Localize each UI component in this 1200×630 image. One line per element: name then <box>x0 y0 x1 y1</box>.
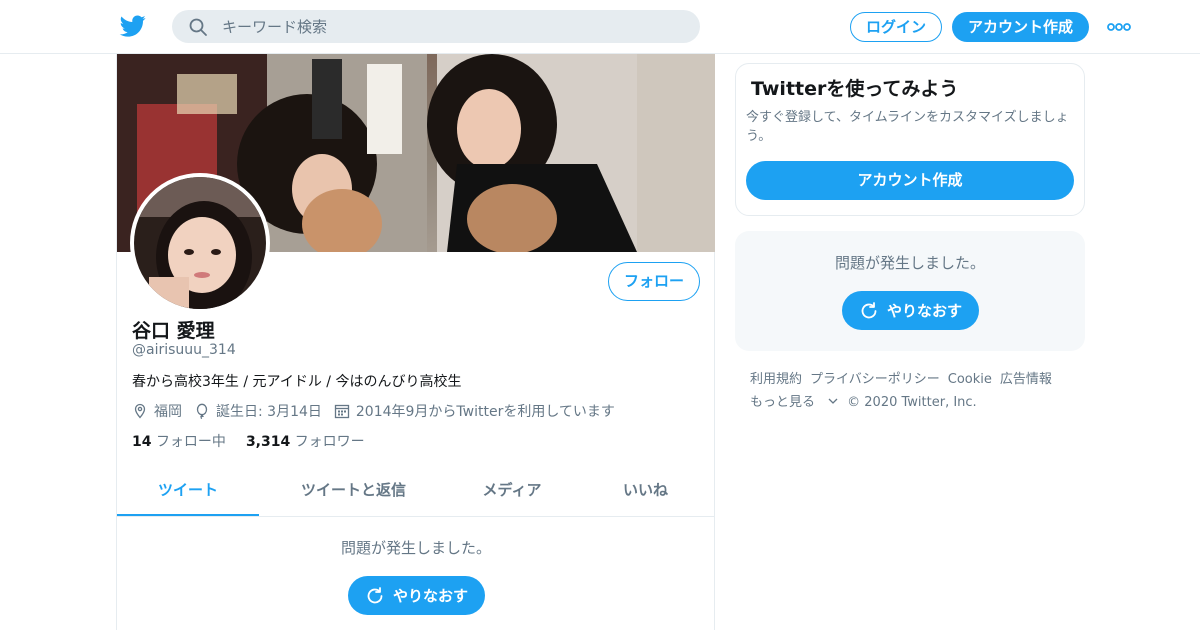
sidebar-signup-button[interactable]: アカウント作成 <box>746 161 1074 200</box>
refresh-icon <box>861 301 877 318</box>
try-twitter-description: 今すぐ登録して、タイムラインをカスタマイズしましょう。 <box>746 110 1069 144</box>
timeline-error-text: 問題が発生しました。 <box>340 539 491 557</box>
following-stat[interactable]: 14 フォロー中 <box>132 431 226 451</box>
profile-stats: 14 フォロー中 3,314 フォロワー <box>132 431 385 451</box>
tab-likes[interactable]: いいね <box>576 466 715 516</box>
search-box[interactable] <box>172 10 700 43</box>
timeline-retry-label: やりなおす <box>392 587 468 605</box>
location-text: 福岡 <box>154 404 182 420</box>
twitter-bird-logo-icon[interactable] <box>119 13 147 39</box>
search-icon <box>189 18 207 36</box>
profile-avatar[interactable] <box>130 173 270 313</box>
follow-button[interactable]: フォロー <box>608 262 700 301</box>
login-button[interactable]: ログイン <box>850 12 942 42</box>
joined-text: 2014年9月からTwitterを利用しています <box>355 404 615 420</box>
footer-more-label: もっと見る <box>750 395 816 410</box>
footer-links: 利用規約 プライバシーポリシー Cookie 広告情報 もっと見る © 2020… <box>750 368 1080 414</box>
profile-handle[interactable]: @airisuuu_314 <box>132 342 236 358</box>
following-label: フォロー中 <box>155 434 226 450</box>
footer-copyright: © 2020 Twitter, Inc. <box>847 395 977 410</box>
profile-tabs: ツイート ツイートと返信 メディア いいね <box>117 466 715 517</box>
search-input[interactable] <box>222 10 682 43</box>
location-pin-icon <box>134 403 146 419</box>
profile-column: フォロー 谷口 愛理 @airisuuu_314 春から高校3年生 / 元アイド… <box>116 54 715 630</box>
followers-label: フォロワー <box>294 434 365 450</box>
refresh-icon <box>367 586 383 603</box>
footer-link-privacy[interactable]: プライバシーポリシー <box>810 368 940 391</box>
tab-tweets[interactable]: ツイート <box>117 466 259 516</box>
joined-item: 2014年9月からTwitterを利用しています <box>334 401 615 421</box>
sidebar-retry-button[interactable]: やりなおす <box>842 291 979 330</box>
sidebar-error-text: 問題が発生しました。 <box>834 254 985 272</box>
profile-meta: 福岡 誕生日: 3月14日 2014年9月からTwitterを利用しています <box>132 401 627 421</box>
chevron-down-icon <box>828 398 838 404</box>
profile-name: 谷口 愛理 <box>132 320 215 342</box>
footer-more-link[interactable]: もっと見る <box>750 391 839 414</box>
followers-stat[interactable]: 3,314 フォロワー <box>246 431 365 451</box>
tab-tweets-and-replies[interactable]: ツイートと返信 <box>259 466 448 516</box>
try-twitter-card: Twitterを使ってみよう 今すぐ登録して、タイムラインをカスタマイズしましょ… <box>735 63 1085 216</box>
footer-link-cookie[interactable]: Cookie <box>948 368 992 391</box>
birthday-text: 誕生日: 3月14日 <box>216 404 322 420</box>
sidebar-retry-label: やりなおす <box>886 302 962 320</box>
top-nav-bar: ログイン アカウント作成 <box>0 0 1200 54</box>
profile-bio: 春から高校3年生 / 元アイドル / 今はのんびり高校生 <box>132 374 462 390</box>
tab-media[interactable]: メディア <box>448 466 576 516</box>
location-item: 福岡 <box>132 401 182 421</box>
followers-count: 3,314 <box>245 434 291 450</box>
timeline-retry-button[interactable]: やりなおす <box>348 576 485 615</box>
footer-link-ads[interactable]: 広告情報 <box>1000 368 1052 391</box>
footer-link-terms[interactable]: 利用規約 <box>750 368 802 391</box>
signup-button[interactable]: アカウント作成 <box>952 12 1089 42</box>
more-options-icon[interactable] <box>1106 17 1132 37</box>
try-twitter-title: Twitterを使ってみよう <box>751 78 959 100</box>
calendar-icon <box>334 404 350 419</box>
balloon-icon <box>196 403 208 419</box>
birthday-item: 誕生日: 3月14日 <box>194 401 322 421</box>
following-count: 14 <box>132 434 152 450</box>
sidebar-error-card: 問題が発生しました。 やりなおす <box>735 231 1085 351</box>
